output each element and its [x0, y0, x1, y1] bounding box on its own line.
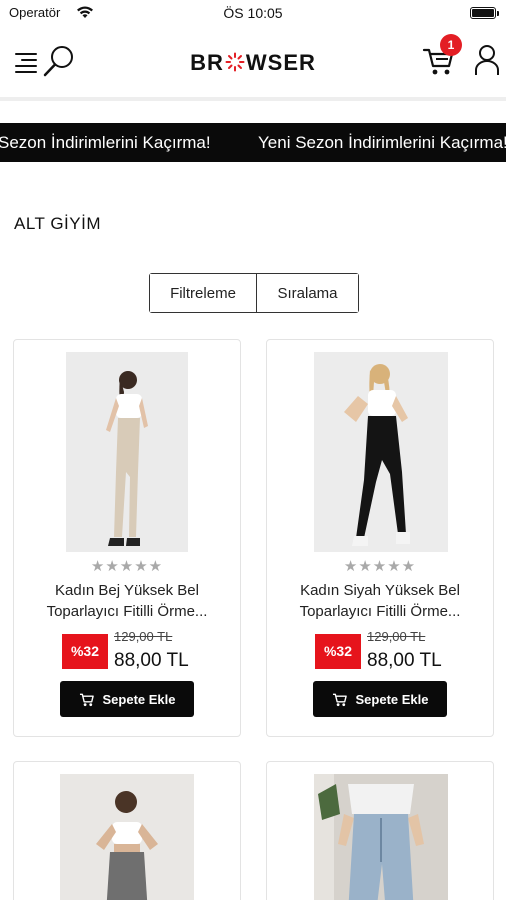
price: 88,00 TL: [114, 650, 189, 671]
product-card[interactable]: ★★★★★ Kadın Bej Yüksek Bel Toparlayıcı F…: [13, 339, 241, 737]
product-name[interactable]: Kadın Bej Yüksek Bel Toparlayıcı Fitilli…: [22, 580, 232, 622]
add-to-cart-label: Sepete Ekle: [355, 691, 429, 707]
battery-icon: [470, 7, 499, 19]
user-icon[interactable]: [474, 44, 500, 76]
product-card[interactable]: [13, 761, 241, 900]
logo-text-end: WSER: [245, 50, 316, 75]
sort-button[interactable]: Sıralama: [257, 274, 358, 312]
add-to-cart-label: Sepete Ekle: [102, 691, 176, 707]
filter-button[interactable]: Filtreleme: [150, 274, 257, 312]
announcement-marquee: Sezon İndirimlerini Kaçırma! Yeni Sezon …: [0, 123, 506, 162]
status-bar: Operatör ÖS 10:05: [0, 0, 506, 26]
app-header: BR WSER 1: [0, 26, 506, 98]
old-price: 129,00 TL: [367, 629, 426, 644]
discount-badge: %32: [315, 634, 361, 669]
price: 88,00 TL: [367, 650, 442, 671]
product-card[interactable]: ★★★★★ Kadın Siyah Yüksek Bel Toparlayıcı…: [266, 339, 494, 737]
logo-text-start: BR: [190, 50, 224, 75]
product-image[interactable]: [60, 774, 194, 900]
marquee-item: Yeni Sezon İndirimlerini Kaçırma!: [258, 133, 506, 152]
cart-icon: [332, 693, 347, 706]
cart-count-badge: 1: [440, 34, 462, 56]
logo-sunburst-icon: [225, 52, 245, 72]
product-image[interactable]: [314, 774, 448, 900]
status-time: ÖS 10:05: [223, 5, 283, 21]
product-image[interactable]: [66, 352, 188, 552]
header-divider: [0, 97, 506, 101]
product-name[interactable]: Kadın Siyah Yüksek Bel Toparlayıcı Fitil…: [275, 580, 485, 622]
discount-badge: %32: [62, 634, 108, 669]
add-to-cart-button[interactable]: Sepete Ekle: [313, 681, 447, 717]
product-card[interactable]: [266, 761, 494, 900]
cart-icon: [79, 693, 94, 706]
rating-stars: ★★★★★: [343, 558, 417, 575]
rating-stars: ★★★★★: [90, 558, 164, 575]
filter-sort-control: Filtreleme Sıralama: [149, 273, 359, 313]
old-price: 129,00 TL: [114, 629, 173, 644]
add-to-cart-button[interactable]: Sepete Ekle: [60, 681, 194, 717]
marquee-item: Sezon İndirimlerini Kaçırma!: [0, 133, 211, 152]
category-title: ALT GİYİM: [14, 214, 102, 233]
product-image[interactable]: [314, 352, 448, 552]
